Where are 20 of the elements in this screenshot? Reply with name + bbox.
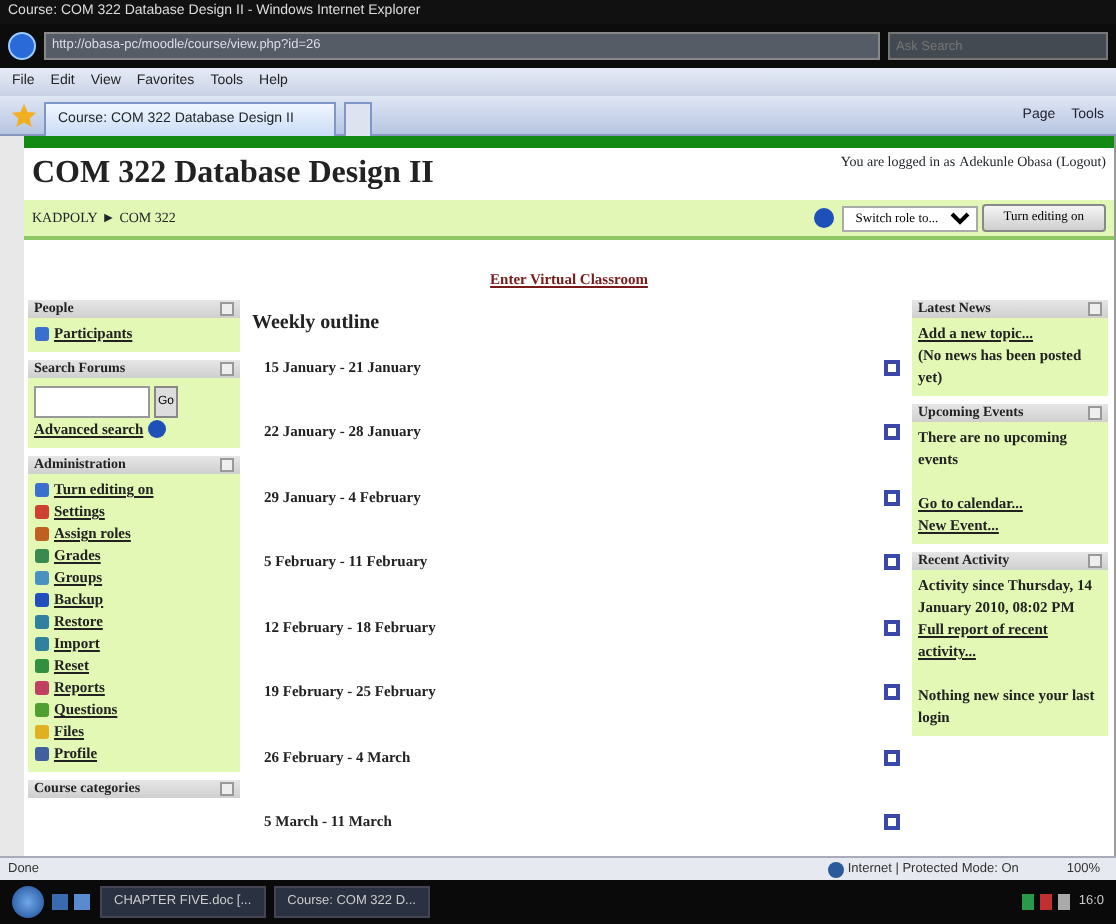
menu-item-icon xyxy=(34,325,50,341)
star-icon[interactable] xyxy=(12,104,36,128)
week-toggle-icon[interactable] xyxy=(884,684,900,700)
tray-icons xyxy=(1022,890,1071,914)
section-title: Weekly outline xyxy=(252,310,382,338)
course-title: COM 322 Database Design II xyxy=(32,154,434,194)
week-toggle-icon[interactable] xyxy=(884,554,900,570)
week-toggle-icon[interactable] xyxy=(884,749,900,765)
week-toggle-icon[interactable] xyxy=(884,619,900,635)
week-toggle-icon[interactable] xyxy=(884,359,900,375)
quick-launch-icons[interactable] xyxy=(52,890,92,914)
help-icon[interactable] xyxy=(147,420,166,438)
week-toggle-icon[interactable] xyxy=(884,489,900,505)
search-forums-field[interactable] xyxy=(34,386,150,418)
week-toggle-icon[interactable] xyxy=(884,424,900,440)
start-button[interactable] xyxy=(12,886,44,918)
help-icon[interactable] xyxy=(813,208,834,228)
week-toggle-icon[interactable] xyxy=(884,814,900,830)
back-button[interactable] xyxy=(8,32,36,60)
globe-icon xyxy=(827,861,844,877)
